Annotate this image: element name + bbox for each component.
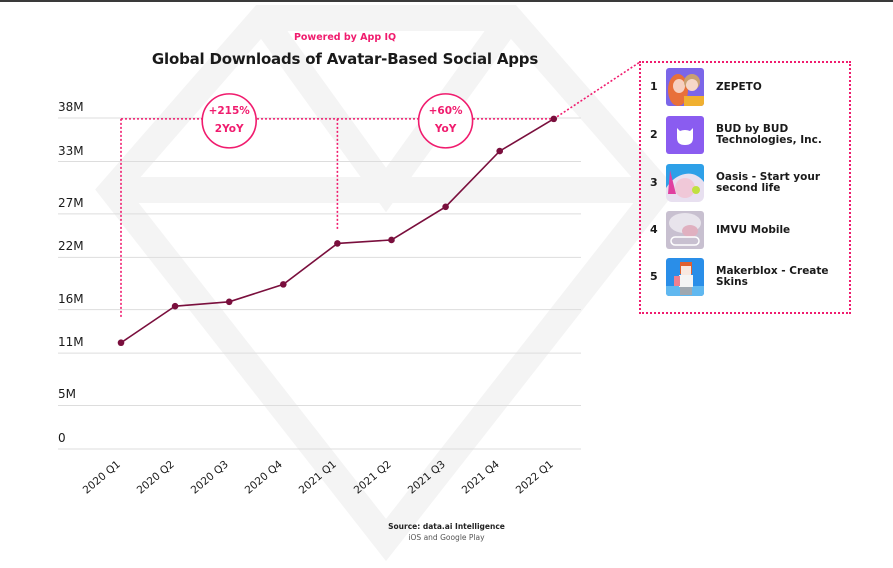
y-tick-label: 22M bbox=[58, 239, 84, 254]
y-tick-label: 33M bbox=[58, 143, 84, 158]
legend-item: 5 Makerblox - Create Skins bbox=[641, 258, 849, 298]
y-tick-label: 11M bbox=[58, 335, 84, 350]
rank-number: 3 bbox=[650, 176, 658, 189]
app-name: Makerblox - Create Skins bbox=[716, 265, 829, 288]
powered-by-label: Powered by App IQ bbox=[293, 32, 397, 43]
source-note: iOS and Google Play bbox=[408, 533, 485, 542]
rank-number: 4 bbox=[650, 223, 658, 236]
annotation-value: +60% bbox=[428, 104, 463, 117]
data-point bbox=[442, 203, 449, 211]
bud-app-icon bbox=[666, 116, 704, 154]
rank-number: 2 bbox=[650, 128, 658, 141]
legend-item: 1 ZEPETO bbox=[641, 68, 849, 108]
app-name: IMVU Mobile bbox=[716, 223, 791, 236]
data-point bbox=[171, 302, 179, 310]
oasis-app-icon bbox=[666, 164, 704, 202]
data-point bbox=[388, 236, 395, 244]
app-name: BUD by BUD Technologies, Inc. bbox=[716, 123, 822, 146]
data-point bbox=[550, 115, 558, 123]
chart-title: Global Downloads of Avatar-Based Social … bbox=[151, 50, 539, 68]
annotation-bubble-yoy: +60% YoY bbox=[418, 102, 474, 138]
y-tick-label: 0 bbox=[58, 431, 66, 445]
source-label: Source: data.ai Intelligence bbox=[388, 522, 505, 531]
data-point bbox=[225, 298, 233, 306]
rank-number: 5 bbox=[650, 270, 658, 283]
data-point bbox=[280, 281, 287, 288]
annotation-value: +215% bbox=[208, 104, 250, 117]
top-apps-legend: 1 ZEPETO 2 BUD by BUD Technologies, Inc.… bbox=[639, 61, 851, 314]
rank-number: 1 bbox=[650, 80, 658, 93]
data-point bbox=[334, 240, 341, 247]
zepeto-app-icon bbox=[666, 68, 704, 106]
y-tick-label: 27M bbox=[58, 195, 84, 210]
makerblox-app-icon bbox=[666, 258, 704, 296]
legend-item: 3 Oasis - Start your second life bbox=[641, 164, 849, 204]
y-tick-label: 5M bbox=[58, 387, 76, 402]
annotation-period: 2YoY bbox=[214, 122, 244, 135]
annotation-period: YoY bbox=[434, 122, 457, 135]
legend-item: 4 IMVU Mobile bbox=[641, 211, 849, 251]
y-tick-label: 16M bbox=[58, 291, 84, 306]
app-name: ZEPETO bbox=[716, 80, 762, 93]
y-tick-label: 38M bbox=[58, 100, 84, 114]
series-line bbox=[117, 115, 558, 347]
data-point bbox=[496, 147, 504, 155]
app-name: Oasis - Start your second life bbox=[716, 171, 821, 194]
annotation-bubble-2yoy: +215% 2YoY bbox=[201, 102, 257, 138]
legend-item: 2 BUD by BUD Technologies, Inc. bbox=[641, 116, 849, 156]
data-point bbox=[117, 339, 125, 347]
imvu-app-icon bbox=[666, 211, 704, 249]
